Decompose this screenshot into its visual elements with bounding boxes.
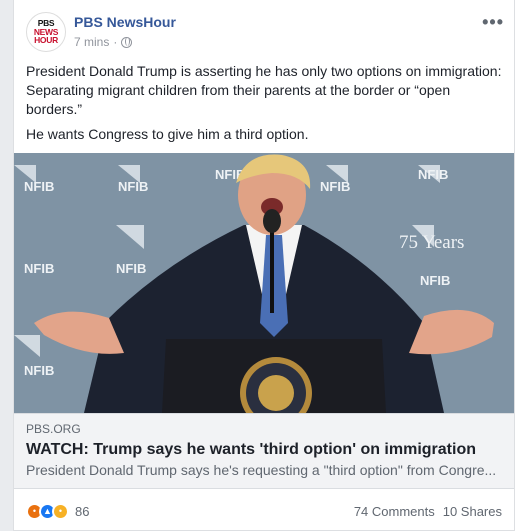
post-paragraph: He wants Congress to give him a third op… xyxy=(26,126,309,142)
link-preview[interactable]: PBS.ORG WATCH: Trump says he wants 'thir… xyxy=(14,413,514,489)
banner-text: NFIB xyxy=(116,261,146,276)
trump-podium-photo: NFIB NFIB NFIB NFIB NFIB NFIB NFIB NFIB … xyxy=(14,153,514,413)
banner-text: NFIB xyxy=(320,179,350,194)
link-title[interactable]: WATCH: Trump says he wants 'third option… xyxy=(26,440,502,460)
link-domain: PBS.ORG xyxy=(26,422,81,436)
globe-icon xyxy=(121,36,133,48)
feed-post: PBS NEWS HOUR PBS NewsHour 7 mins · ••• … xyxy=(13,0,515,531)
timestamp-link[interactable]: 7 mins xyxy=(74,35,109,49)
reactions-summary[interactable]: • ▲ • 86 xyxy=(26,502,90,520)
reaction-count: 86 xyxy=(75,503,90,519)
comments-link[interactable]: 74 Comments xyxy=(354,504,435,519)
post-paragraph: President Donald Trump is asserting he h… xyxy=(26,63,502,117)
years-text: 75 Years xyxy=(399,232,464,253)
banner-text: NFIB xyxy=(24,261,54,276)
page-avatar[interactable]: PBS NEWS HOUR xyxy=(26,12,66,52)
post-image[interactable]: NFIB NFIB NFIB NFIB NFIB NFIB NFIB NFIB … xyxy=(14,153,514,413)
link-description: President Donald Trump says he's request… xyxy=(26,462,497,478)
meta-separator: · xyxy=(113,35,118,49)
more-options-icon[interactable]: ••• xyxy=(482,12,504,33)
banner-text: NFIB xyxy=(418,167,448,182)
post-text: President Donald Trump is asserting he h… xyxy=(14,56,514,144)
post-footer: • ▲ • 86 74 Comments 10 Shares xyxy=(14,495,514,527)
shares-link[interactable]: 10 Shares xyxy=(443,504,502,519)
page-name-link[interactable]: PBS NewsHour xyxy=(74,14,176,30)
banner-text: NFIB xyxy=(24,363,54,378)
banner-text: NFIB xyxy=(118,179,148,194)
banner-text: NFIB xyxy=(24,179,54,194)
haha-reaction-icon: • xyxy=(52,502,69,520)
post-header: PBS NEWS HOUR PBS NewsHour 7 mins · ••• xyxy=(14,0,514,56)
avatar-line-3: HOUR xyxy=(34,35,58,46)
post-meta: 7 mins · xyxy=(74,35,133,49)
banner-text: NFIB xyxy=(420,273,450,288)
